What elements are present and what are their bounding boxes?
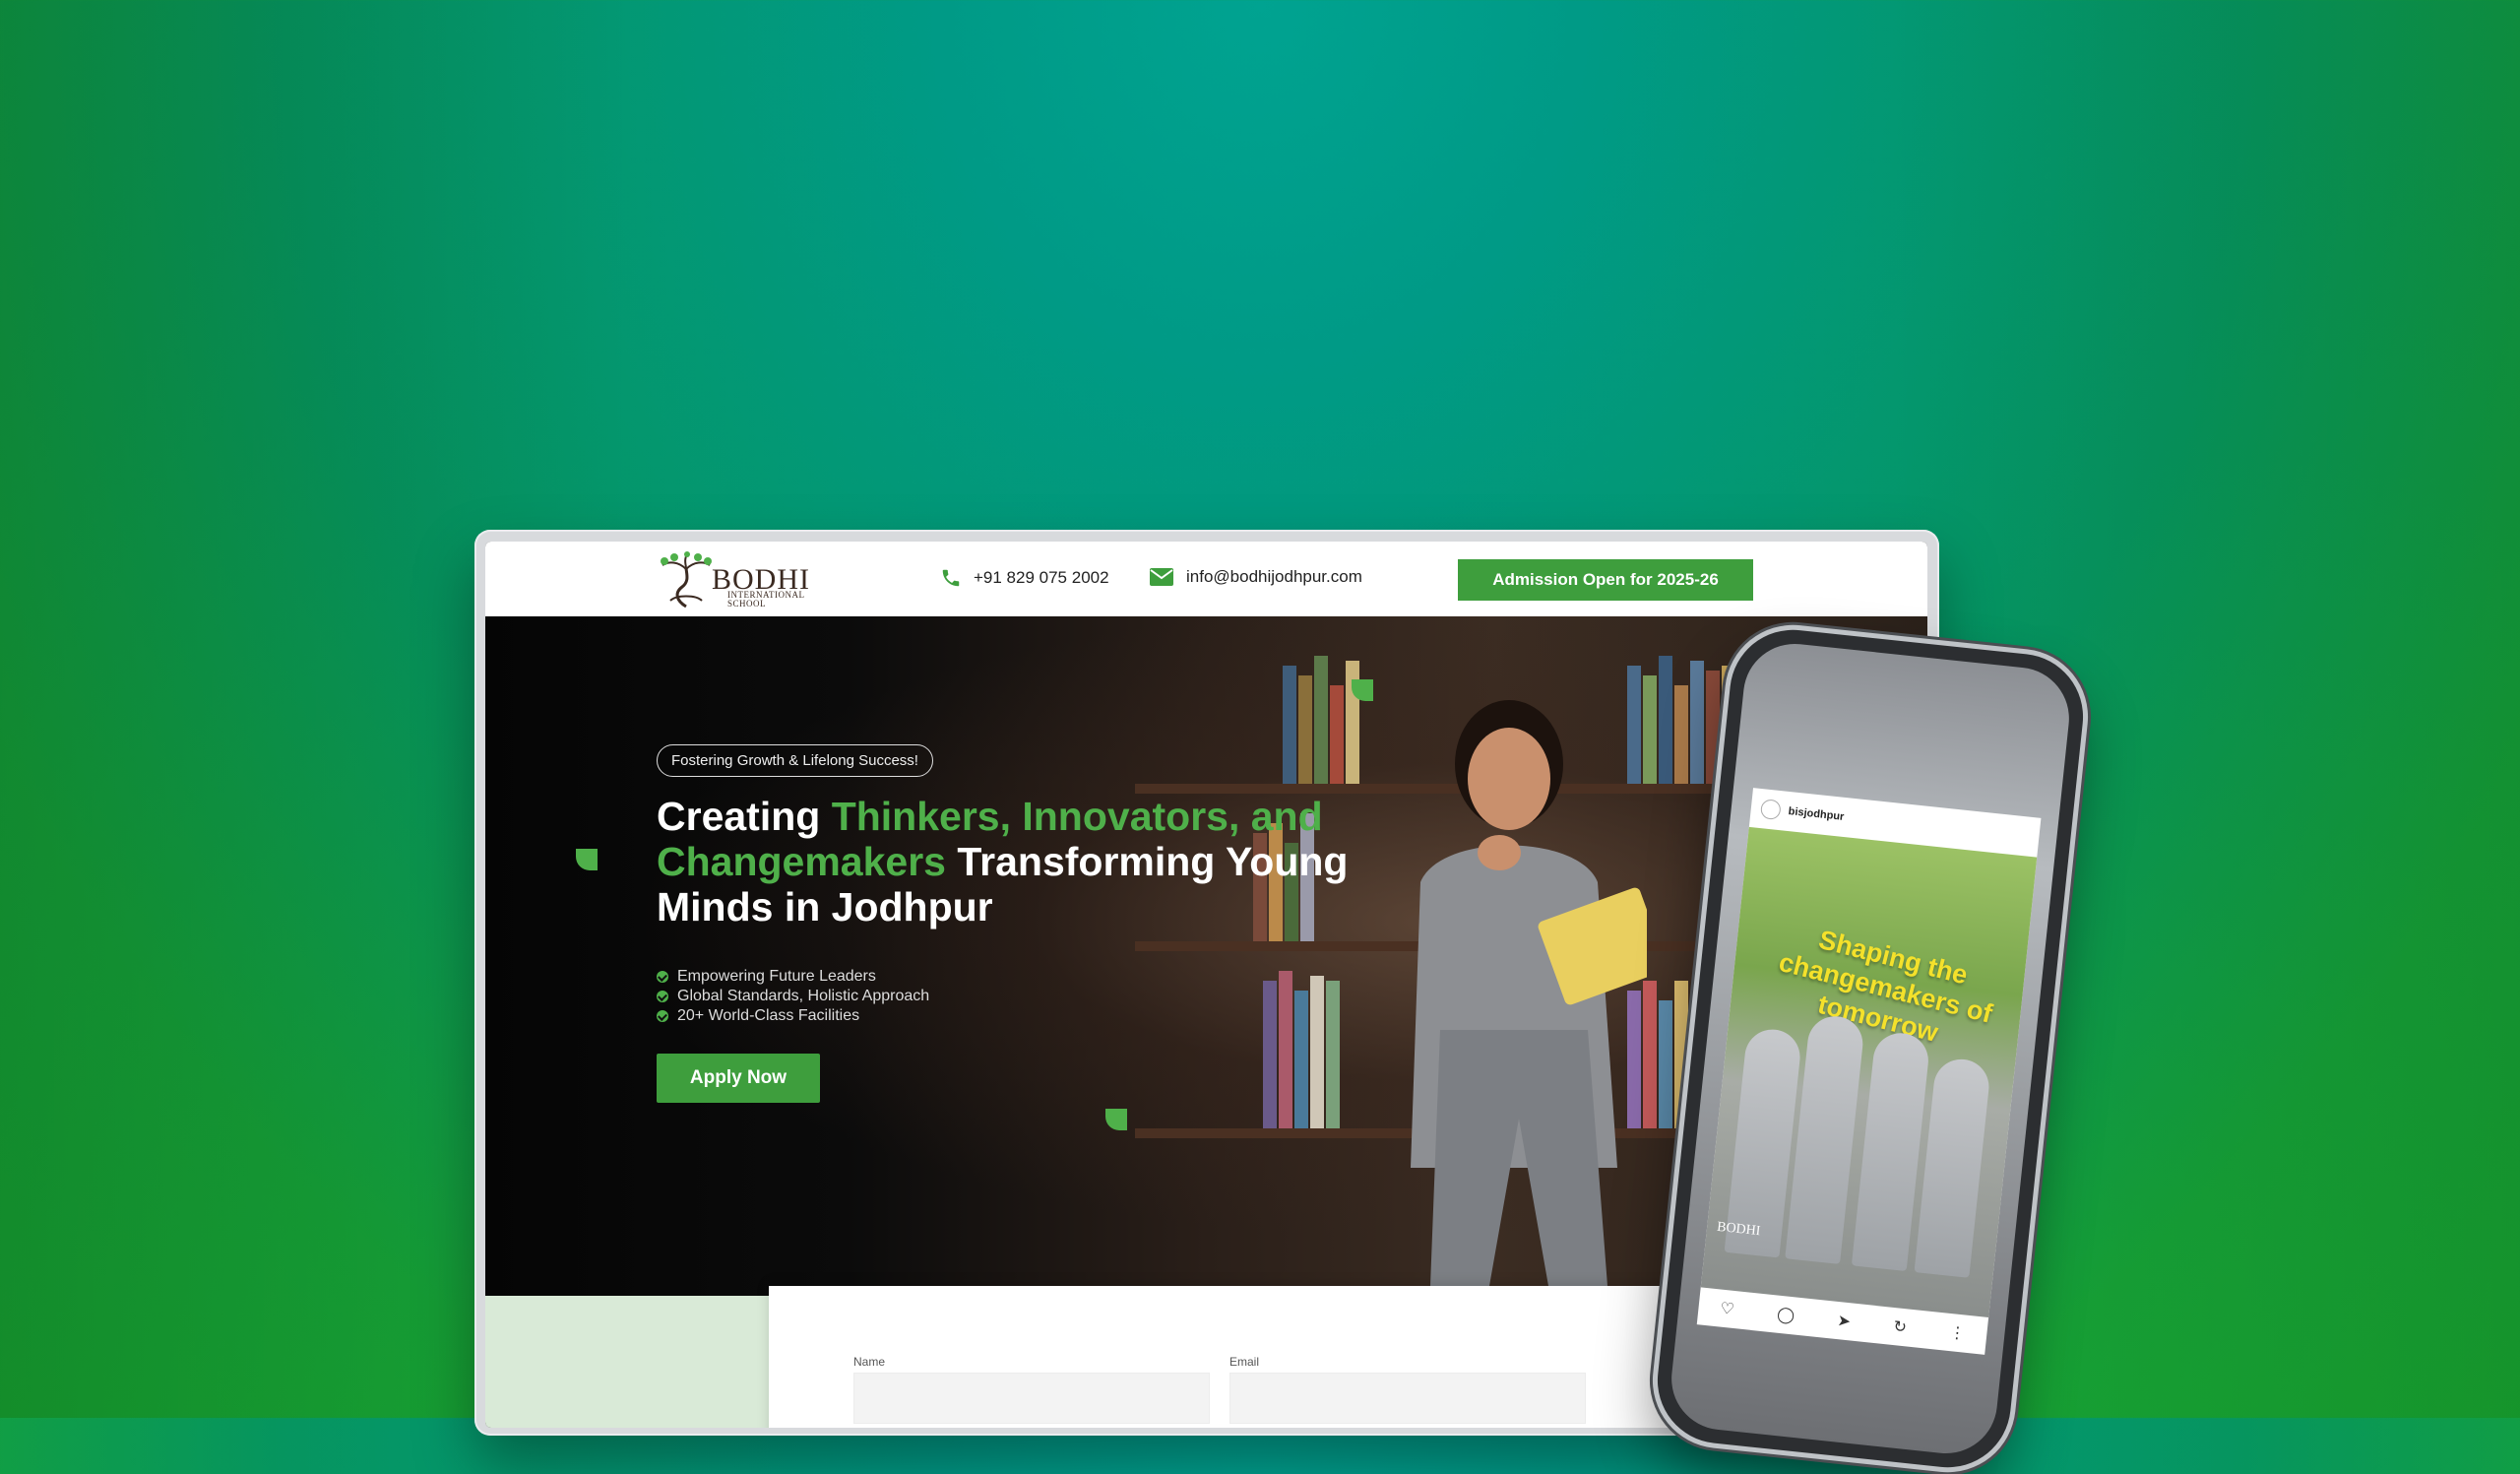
tagline-pill: Fostering Growth & Lifelong Success!	[657, 744, 933, 777]
list-item: 20+ World-Class Facilities	[657, 1006, 929, 1026]
post-username[interactable]: bisjodhpur	[1788, 805, 1845, 823]
check-icon	[657, 991, 668, 1002]
leaf-decoration-icon	[576, 849, 598, 870]
comment-icon[interactable]: ◯	[1776, 1305, 1796, 1326]
apply-now-button[interactable]: Apply Now	[657, 1054, 820, 1103]
more-icon[interactable]: ⋮	[1948, 1322, 1966, 1344]
tree-logo-icon	[661, 551, 712, 609]
post-logo: BODHI	[1716, 1219, 1762, 1240]
site-header: BODHI INTERNATIONAL SCHOOL +91 829 075 2…	[485, 542, 1927, 617]
phone-number: +91 829 075 2002	[974, 568, 1109, 587]
enquiry-form: Name Email	[769, 1286, 1672, 1428]
admission-open-button[interactable]: Admission Open for 2025-26	[1458, 559, 1753, 601]
logo-subtitle: INTERNATIONAL SCHOOL	[727, 590, 805, 609]
post-image: Shaping the changemakers of tomorrow #Ma…	[1700, 826, 2038, 1346]
leaf-decoration-icon	[1105, 1109, 1127, 1130]
feature-list: Empowering Future Leaders Global Standar…	[657, 967, 929, 1026]
heart-icon[interactable]: ♡	[1719, 1299, 1735, 1319]
school-logo[interactable]: BODHI INTERNATIONAL SCHOOL	[657, 551, 814, 609]
name-field[interactable]	[853, 1373, 1210, 1424]
email-address: info@bodhijodhpur.com	[1186, 567, 1362, 586]
name-label: Name	[853, 1355, 886, 1369]
hero-headline: Creating Thinkers, Innovators, and Chang…	[657, 794, 1349, 929]
list-item: Global Standards, Holistic Approach	[657, 987, 929, 1006]
phone-icon	[942, 569, 960, 587]
email-contact[interactable]: info@bodhijodhpur.com	[1149, 567, 1362, 587]
email-label: Email	[1229, 1355, 1260, 1369]
list-item: Empowering Future Leaders	[657, 967, 929, 987]
avatar[interactable]	[1759, 799, 1782, 821]
mail-icon	[1150, 568, 1173, 586]
phone-screen: bisjodhpur Shaping the changemakers of t…	[1666, 638, 2075, 1459]
student-photo	[1352, 656, 1668, 1286]
phone-contact[interactable]: +91 829 075 2002	[940, 567, 1109, 589]
email-field[interactable]	[1229, 1373, 1586, 1424]
share-icon[interactable]: ➤	[1837, 1311, 1852, 1331]
check-icon	[657, 971, 668, 983]
check-icon	[657, 1010, 668, 1022]
repost-icon[interactable]: ↻	[1892, 1316, 1908, 1337]
instagram-post: bisjodhpur Shaping the changemakers of t…	[1696, 788, 2042, 1355]
